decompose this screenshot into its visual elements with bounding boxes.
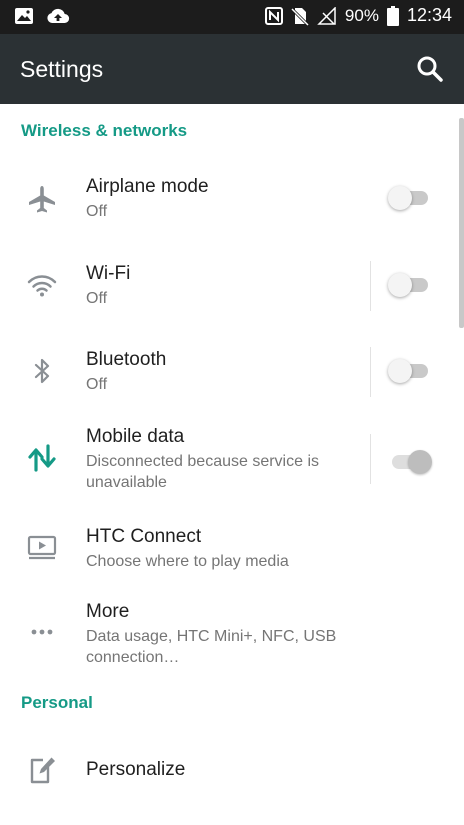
- data-transfer-icon: [26, 442, 58, 474]
- no-sim-icon: [290, 6, 309, 26]
- airplane-icon: [26, 183, 58, 215]
- setting-summary: Choose where to play media: [86, 553, 289, 570]
- wifi-switch[interactable]: [388, 271, 432, 299]
- nfc-icon: [264, 6, 283, 25]
- app-bar: Settings: [0, 34, 464, 104]
- divider: [370, 261, 371, 311]
- media-screen-icon: [26, 531, 58, 563]
- setting-label: Wi-Fi: [86, 263, 131, 284]
- setting-label: Bluetooth: [86, 349, 167, 370]
- setting-personalize[interactable]: Personalize: [0, 732, 464, 810]
- personalize-edit-icon: [26, 754, 58, 786]
- clock: 12:34: [406, 5, 452, 25]
- mobile-data-switch[interactable]: [388, 448, 432, 476]
- section-header-personal: Personal: [21, 693, 93, 712]
- battery-icon: [386, 5, 399, 26]
- setting-label: Mobile data: [86, 426, 185, 447]
- settings-list[interactable]: Wireless & networks Airplane mode Off Wi…: [0, 104, 464, 825]
- search-icon: [417, 56, 443, 82]
- divider: [370, 347, 371, 397]
- battery-percent: 90%: [344, 5, 379, 25]
- setting-summary: Off: [86, 203, 108, 220]
- setting-label: Personalize: [86, 759, 186, 780]
- bluetooth-switch[interactable]: [388, 357, 432, 385]
- signal-off-icon: [317, 6, 337, 25]
- setting-bluetooth[interactable]: Bluetooth Off: [0, 328, 464, 414]
- setting-more[interactable]: More Data usage, HTC Mini+, NFC, USB con…: [0, 592, 464, 680]
- image-notification-icon: [14, 7, 34, 25]
- search-button[interactable]: [416, 55, 444, 83]
- more-horizontal-icon: [26, 616, 58, 648]
- divider: [370, 434, 371, 484]
- setting-label: HTC Connect: [86, 526, 202, 547]
- setting-label: Airplane mode: [86, 176, 209, 197]
- page-title: Settings: [20, 56, 104, 82]
- setting-wifi[interactable]: Wi-Fi Off: [0, 242, 464, 328]
- airplane-mode-switch[interactable]: [388, 184, 432, 212]
- setting-mobile-data[interactable]: Mobile data Disconnected because service…: [0, 414, 464, 514]
- setting-summary: Off: [86, 376, 108, 393]
- setting-airplane-mode[interactable]: Airplane mode Off: [0, 156, 464, 242]
- section-header-wireless: Wireless & networks: [21, 121, 188, 140]
- setting-summary: Data usage, HTC Mini+, NFC, USB connecti…: [86, 628, 337, 666]
- setting-summary: Off: [86, 290, 108, 307]
- setting-htc-connect[interactable]: HTC Connect Choose where to play media: [0, 514, 464, 592]
- status-bar: 90% 12:34: [0, 0, 464, 34]
- setting-label: More: [86, 601, 130, 622]
- wifi-icon: [26, 269, 58, 301]
- bluetooth-icon: [26, 355, 58, 387]
- setting-summary: Disconnected because service is unavaila…: [86, 453, 320, 491]
- cloud-upload-icon: [46, 7, 70, 25]
